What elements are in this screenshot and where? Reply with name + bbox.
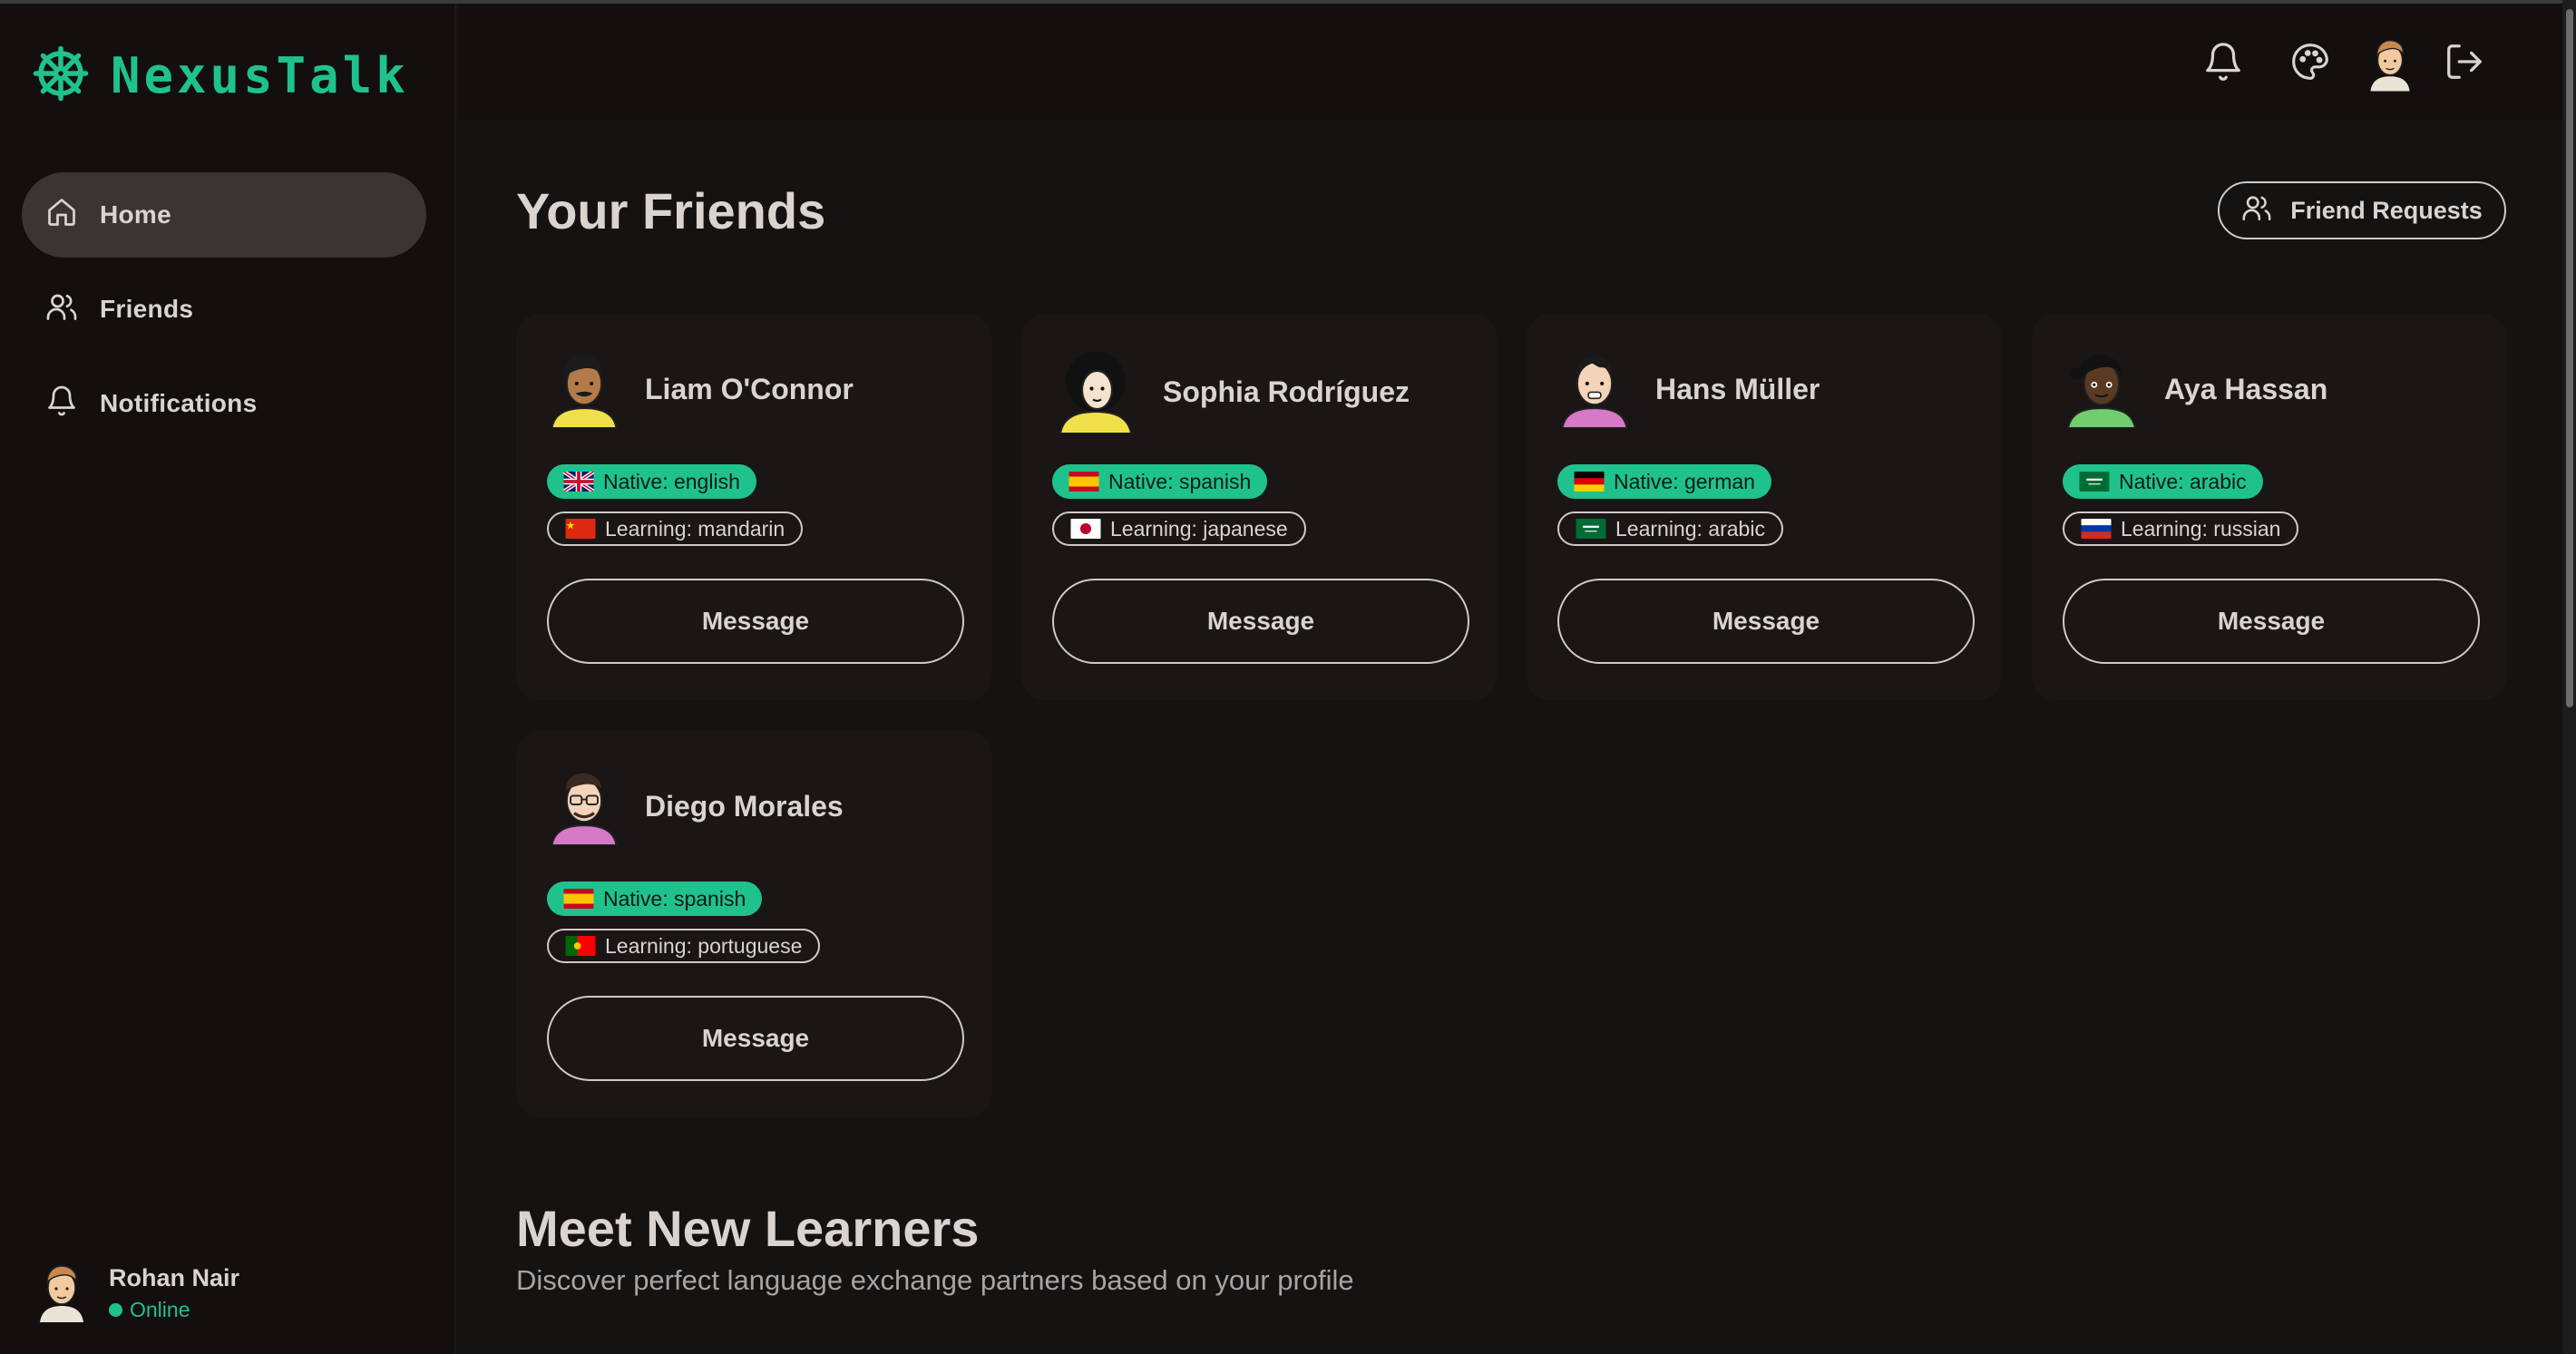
learning-language-text: Learning: portuguese xyxy=(605,933,803,958)
avatar xyxy=(547,346,621,433)
learning-language-text: Learning: japanese xyxy=(1110,516,1288,541)
russia-flag-icon xyxy=(2081,519,2112,539)
friend-name: Diego Morales xyxy=(645,790,844,823)
logout-button[interactable] xyxy=(2439,38,2490,89)
logout-icon xyxy=(2444,41,2485,87)
page-title: Your Friends xyxy=(516,182,826,239)
avatar xyxy=(547,764,621,850)
learning-language-badge: Learning: arabic xyxy=(1557,511,1783,546)
friend-requests-label: Friend Requests xyxy=(2290,196,2483,224)
current-user[interactable]: Rohan Nair Online xyxy=(34,1259,239,1327)
sidebar-item-label: Notifications xyxy=(100,389,258,417)
avatar xyxy=(34,1259,89,1327)
germany-flag-icon xyxy=(1574,472,1605,492)
friend-card: Diego Morales Native: spanish Learning: … xyxy=(516,731,991,1117)
friend-name: Sophia Rodríguez xyxy=(1163,375,1410,408)
top-header xyxy=(458,4,2562,120)
friend-name: Hans Müller xyxy=(1655,373,1820,405)
china-flag-icon xyxy=(565,519,596,539)
user-name: Rohan Nair xyxy=(109,1263,240,1291)
uk-flag-icon xyxy=(563,472,594,492)
spain-flag-icon xyxy=(1068,472,1099,492)
status-badge: Online xyxy=(109,1298,239,1322)
friend-requests-button[interactable]: Friend Requests xyxy=(2218,181,2506,239)
sidebar-item-label: Home xyxy=(100,200,171,229)
friend-card: Sophia Rodríguez Native: spanish Learnin… xyxy=(1021,314,1497,700)
users-icon xyxy=(45,290,78,329)
message-button[interactable]: Message xyxy=(547,996,964,1081)
sidebar: NexusTalk Home Friends Notifications Roh… xyxy=(0,4,456,1354)
portugal-flag-icon xyxy=(565,936,596,956)
app-window: NexusTalk Home Friends Notifications Roh… xyxy=(0,0,2576,1354)
friend-card: Liam O'Connor Native: english Learning: … xyxy=(516,314,991,700)
learning-language-badge: Learning: japanese xyxy=(1052,511,1306,546)
logo[interactable]: NexusTalk xyxy=(31,44,409,108)
online-dot-icon xyxy=(109,1302,122,1317)
section-title: Meet New Learners xyxy=(516,1200,980,1257)
native-language-badge: Native: german xyxy=(1557,464,1771,499)
scrollbar-thumb[interactable] xyxy=(2566,9,2573,707)
native-language-badge: Native: english xyxy=(547,464,756,499)
saudi-flag-icon xyxy=(1576,519,1606,539)
native-language-badge: Native: spanish xyxy=(1052,464,1268,499)
spain-flag-icon xyxy=(563,889,594,909)
friend-card: Hans Müller Native: german Learning: ara… xyxy=(1527,314,2002,700)
learning-language-text: Learning: arabic xyxy=(1615,516,1765,541)
users-icon xyxy=(2241,192,2272,229)
home-icon xyxy=(45,196,78,235)
learning-language-badge: Learning: portuguese xyxy=(547,929,821,963)
bell-icon xyxy=(2202,41,2244,87)
native-language-text: Native: english xyxy=(603,469,740,493)
sidebar-item-label: Friends xyxy=(100,295,194,323)
message-button[interactable]: Message xyxy=(547,579,964,664)
japan-flag-icon xyxy=(1070,519,1101,539)
avatar xyxy=(2366,33,2415,97)
learning-language-text: Learning: mandarin xyxy=(605,516,785,541)
main-content: Your Friends Friend Requests Liam O'Conn… xyxy=(458,120,2562,1354)
friend-name: Liam O'Connor xyxy=(645,373,854,405)
avatar xyxy=(1052,346,1139,438)
friend-card: Aya Hassan Native: arabic Learning: russ… xyxy=(2032,314,2507,700)
sidebar-nav: Home Friends Notifications xyxy=(22,172,426,455)
status-text: Online xyxy=(130,1297,190,1321)
message-button[interactable]: Message xyxy=(1052,579,1469,664)
native-language-text: Native: arabic xyxy=(2119,469,2247,493)
ship-wheel-icon xyxy=(31,44,91,108)
sidebar-item-notifications[interactable]: Notifications xyxy=(22,361,426,446)
avatar xyxy=(1557,346,1632,433)
saudi-flag-icon xyxy=(2079,472,2110,492)
avatar xyxy=(2063,346,2141,433)
theme-button[interactable] xyxy=(2285,38,2336,89)
sidebar-item-home[interactable]: Home xyxy=(22,172,426,258)
section-subtitle: Discover perfect language exchange partn… xyxy=(516,1264,1354,1296)
learning-language-badge: Learning: mandarin xyxy=(547,511,804,546)
notifications-button[interactable] xyxy=(2198,38,2249,89)
sidebar-item-friends[interactable]: Friends xyxy=(22,267,426,352)
native-language-text: Native: spanish xyxy=(603,886,746,911)
learning-language-text: Learning: russian xyxy=(2121,516,2281,541)
app-name: NexusTalk xyxy=(111,47,409,104)
native-language-text: Native: german xyxy=(1614,469,1755,493)
palette-icon xyxy=(2290,42,2330,86)
message-button[interactable]: Message xyxy=(2063,579,2480,664)
profile-avatar-button[interactable] xyxy=(2362,34,2418,94)
native-language-text: Native: spanish xyxy=(1108,469,1252,493)
bell-icon xyxy=(45,385,78,424)
learning-language-badge: Learning: russian xyxy=(2063,511,2299,546)
message-button[interactable]: Message xyxy=(1557,579,1975,664)
native-language-badge: Native: spanish xyxy=(547,882,763,916)
friend-name: Aya Hassan xyxy=(2164,373,2328,405)
native-language-badge: Native: arabic xyxy=(2063,464,2263,499)
